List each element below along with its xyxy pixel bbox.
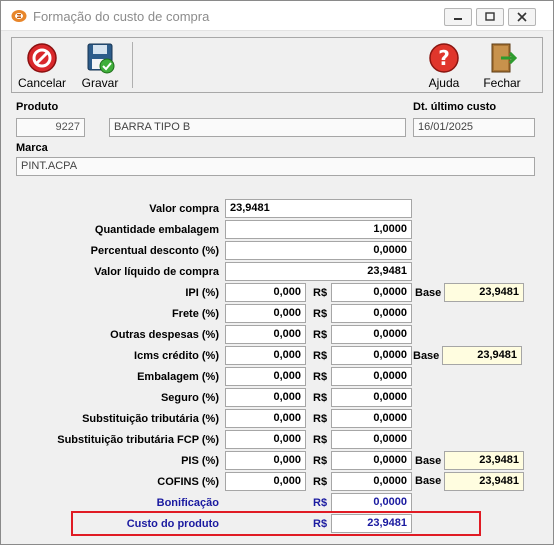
frete-amount-field[interactable]: 0,0000 [331, 304, 412, 323]
ultimo-custo-field[interactable]: 16/01/2025 [413, 118, 535, 137]
embalagem-currency: R$ [313, 371, 328, 383]
app-logo-icon [11, 10, 27, 22]
cofins-base-field[interactable]: 23,9481 [444, 472, 524, 491]
exit-door-icon [491, 43, 518, 73]
produto-code-field[interactable]: 9227 [16, 118, 85, 137]
outras-despesas-currency: R$ [313, 329, 328, 341]
icms-base-field[interactable]: 23,9481 [442, 346, 522, 365]
icms-credito-currency: R$ [313, 350, 328, 362]
cost-formation-window: Formação do custo de compra Cancelar Gra… [0, 0, 554, 545]
close-label: Fechar [483, 76, 521, 90]
frete-label: Frete (%) [171, 308, 219, 320]
title-bar: Formação do custo de compra [1, 1, 553, 31]
marca-field[interactable]: PINT.ACPA [16, 157, 535, 176]
help-button[interactable]: ? Ajuda [420, 40, 468, 90]
seguro-currency: R$ [313, 392, 328, 404]
icms-credito-label: Icms crédito (%) [134, 350, 219, 362]
embalagem-label: Embalagem (%) [137, 371, 219, 383]
icms-credito-amount-field[interactable]: 0,0000 [331, 346, 412, 365]
bonificacao-currency: R$ [313, 497, 328, 509]
cancel-icon [27, 43, 57, 73]
custo-produto-highlight [71, 511, 481, 536]
save-disk-icon [87, 43, 115, 74]
percentual-desconto-label: Percentual desconto (%) [90, 245, 219, 257]
produto-label: Produto [16, 101, 59, 113]
pis-amount-field[interactable]: 0,0000 [331, 451, 412, 470]
ipi-base-field[interactable]: 23,9481 [444, 283, 524, 302]
close-button[interactable] [508, 8, 536, 26]
pis-percent-input[interactable]: 0,000 [225, 451, 306, 470]
substituicao-tributaria-amount-field[interactable]: 0,0000 [331, 409, 412, 428]
valor-compra-label: Valor compra [149, 203, 219, 215]
valor-liquido-label: Valor líquido de compra [94, 266, 219, 278]
cancel-label: Cancelar [18, 76, 67, 90]
window-title: Formação do custo de compra [33, 9, 210, 24]
ipi-percent-input[interactable]: 0,000 [225, 283, 306, 302]
maximize-icon [485, 12, 495, 21]
outras-despesas-label: Outras despesas (%) [110, 329, 219, 341]
frete-currency: R$ [313, 308, 328, 320]
ipi-base-label: Base [415, 287, 442, 299]
minimize-icon [454, 18, 462, 20]
save-label: Gravar [81, 76, 119, 90]
outras-despesas-amount-field[interactable]: 0,0000 [331, 325, 412, 344]
marca-label: Marca [16, 142, 48, 154]
icms-credito-percent-input[interactable]: 0,000 [225, 346, 306, 365]
pis-label: PIS (%) [181, 455, 219, 467]
toolbar-separator [132, 42, 133, 88]
substituicao-tributaria-percent-input[interactable]: 0,000 [225, 409, 306, 428]
cofins-currency: R$ [313, 476, 328, 488]
bonificacao-amount-field[interactable]: 0,0000 [331, 493, 412, 512]
substituicao-tributaria-fcp-percent-input[interactable]: 0,000 [225, 430, 306, 449]
embalagem-percent-input[interactable]: 0,000 [225, 367, 306, 386]
substituicao-tributaria-fcp-amount-field[interactable]: 0,0000 [331, 430, 412, 449]
embalagem-amount-field[interactable]: 0,0000 [331, 367, 412, 386]
substituicao-tributaria-currency: R$ [313, 413, 328, 425]
ipi-currency: R$ [313, 287, 328, 299]
bonificacao-label: Bonificação [156, 497, 219, 509]
substituicao-tributaria-fcp-currency: R$ [313, 434, 328, 446]
ipi-label: IPI (%) [185, 287, 219, 299]
close-icon [517, 12, 527, 22]
percentual-desconto-input[interactable]: 0,0000 [225, 241, 412, 260]
save-button[interactable]: Gravar [76, 40, 124, 90]
pis-currency: R$ [313, 455, 328, 467]
ipi-amount-field[interactable]: 0,0000 [331, 283, 412, 302]
minimize-button[interactable] [444, 8, 472, 26]
valor-liquido-field[interactable]: 23,9481 [225, 262, 412, 281]
help-label: Ajuda [428, 76, 460, 90]
substituicao-tributaria-label: Substituição tributária (%) [82, 413, 219, 425]
close-window-button[interactable]: Fechar [478, 40, 526, 90]
quantidade-embalagem-label: Quantidade embalagem [94, 224, 219, 236]
produto-name-field[interactable]: BARRA TIPO B [109, 118, 406, 137]
maximize-button[interactable] [476, 8, 504, 26]
cofins-percent-input[interactable]: 0,000 [225, 472, 306, 491]
outras-despesas-percent-input[interactable]: 0,000 [225, 325, 306, 344]
seguro-percent-input[interactable]: 0,000 [225, 388, 306, 407]
seguro-amount-field[interactable]: 0,0000 [331, 388, 412, 407]
ultimo-custo-label: Dt. último custo [413, 101, 497, 113]
quantidade-embalagem-input[interactable]: 1,0000 [225, 220, 412, 239]
help-icon: ? [429, 43, 459, 73]
icms-base-label: Base [413, 350, 440, 362]
toolbar: Cancelar Gravar ? Ajuda Fechar [11, 37, 543, 93]
frete-percent-input[interactable]: 0,000 [225, 304, 306, 323]
substituicao-tributaria-fcp-label: Substituição tributária FCP (%) [57, 434, 219, 446]
valor-compra-input[interactable]: 23,9481 [225, 199, 412, 218]
cofins-amount-field[interactable]: 0,0000 [331, 472, 412, 491]
cofins-label: COFINS (%) [157, 476, 219, 488]
pis-base-label: Base [415, 455, 442, 467]
cancel-button[interactable]: Cancelar [18, 40, 66, 90]
pis-base-field[interactable]: 23,9481 [444, 451, 524, 470]
svg-text:?: ? [438, 46, 450, 70]
cofins-base-label: Base [415, 475, 442, 487]
seguro-label: Seguro (%) [160, 392, 219, 404]
